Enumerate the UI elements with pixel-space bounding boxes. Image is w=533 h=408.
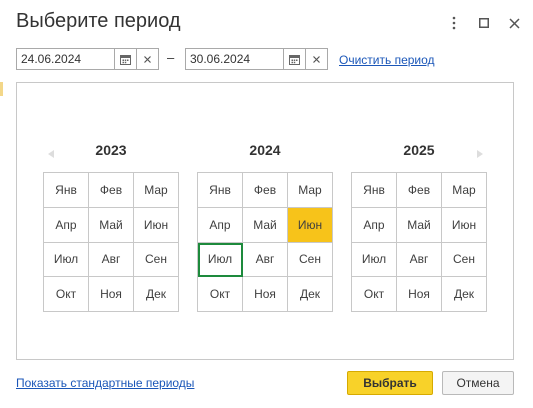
month-cell[interactable]: Апр [198,207,243,243]
month-cell[interactable]: Май [243,207,288,243]
month-cell[interactable]: Фев [89,173,134,208]
end-date-input[interactable]: 30.06.2024 [186,49,283,69]
month-cell-selected[interactable]: Июн [288,207,333,243]
month-cell[interactable]: Сен [134,242,179,278]
start-date-input[interactable]: 24.06.2024 [17,49,114,69]
month-cell[interactable]: Июн [442,207,487,243]
month-cell[interactable]: Янв [352,173,397,208]
month-cell-current[interactable]: Июл [198,242,243,278]
month-cell[interactable]: Май [397,207,442,243]
clear-period-link[interactable]: Очистить период [339,53,435,67]
calendar-icon[interactable] [114,49,136,69]
month-cell[interactable]: Фев [397,173,442,208]
month-cell[interactable]: Фев [243,173,288,208]
month-cell[interactable]: Мар [134,173,179,208]
month-cell[interactable]: Янв [44,173,89,208]
month-cell[interactable]: Окт [198,277,243,312]
month-cell[interactable]: Дек [288,277,333,312]
month-cell[interactable]: Июн [134,207,179,243]
month-cell[interactable]: Ноя [89,277,134,312]
month-cell[interactable]: Янв [198,173,243,208]
month-cell[interactable]: Июл [352,242,397,278]
calendar-icon[interactable] [283,49,305,69]
month-cell[interactable]: Окт [352,277,397,312]
start-date-field[interactable]: 24.06.2024 [16,48,159,70]
month-cell[interactable]: Авг [243,242,288,278]
month-grid-year-1: Янв Фев Мар Апр Май Июн Июл Авг Сен Окт … [43,172,179,312]
clear-x-icon[interactable] [136,49,158,69]
month-cell[interactable]: Апр [352,207,397,243]
select-button[interactable]: Выбрать [347,371,433,395]
left-edge-marker [0,82,3,96]
more-vertical-icon[interactable] [443,12,465,34]
month-cell[interactable]: Дек [442,277,487,312]
clear-x-icon[interactable] [305,49,327,69]
end-date-field[interactable]: 30.06.2024 [185,48,328,70]
month-cell[interactable]: Ноя [397,277,442,312]
month-cell[interactable]: Ноя [243,277,288,312]
month-cell[interactable]: Мар [442,173,487,208]
show-standard-periods-link[interactable]: Показать стандартные периоды [16,376,194,390]
year-label: 2023 [95,142,127,158]
month-grid-year-3: Янв Фев Мар Апр Май Июн Июл Авг Сен Окт … [351,172,487,312]
cancel-button[interactable]: Отмена [442,371,514,395]
month-cell[interactable]: Мар [288,173,333,208]
month-cell[interactable]: Сен [288,242,333,278]
month-grid-year-2: Янв Фев Мар Апр Май Июн Июл Авг Сен Окт … [197,172,333,312]
month-cell[interactable]: Июл [44,242,89,278]
month-cell[interactable]: Май [89,207,134,243]
month-cell[interactable]: Апр [44,207,89,243]
month-cell[interactable]: Сен [442,242,487,278]
month-cell[interactable]: Дек [134,277,179,312]
period-separator: – [167,50,175,65]
month-cell[interactable]: Авг [89,242,134,278]
maximize-icon[interactable] [473,12,495,34]
close-icon[interactable] [503,12,525,34]
period-picker-dialog: Выберите период 24.06.2024 – 30.06.2024 … [0,0,533,408]
year-label: 2024 [249,142,281,158]
year-label: 2025 [403,142,435,158]
month-cell[interactable]: Окт [44,277,89,312]
dialog-title: Выберите период [16,10,181,32]
month-cell[interactable]: Авг [397,242,442,278]
